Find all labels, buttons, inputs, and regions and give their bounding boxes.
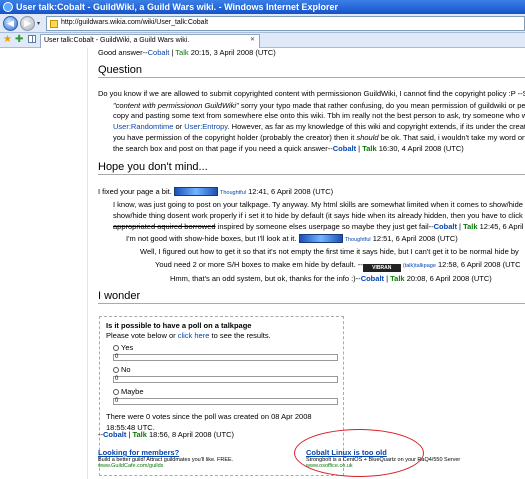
quick-tabs-icon[interactable] [28,35,36,43]
wonder-signature: --Cobalt | Talk 18:56, 8 April 2008 (UTC… [98,430,235,439]
user-link[interactable]: Cobalt [103,430,126,439]
thoughtful-link[interactable]: Thoughtful [345,237,371,243]
question-text: Do you know if we are allowed to submit … [98,89,525,98]
userbar-image[interactable] [298,234,343,243]
url-input[interactable]: http://guildwars.wikia.com/wiki/User_tal… [46,16,525,31]
page-content: Good answer--Cobalt | Talk 20:15, 3 Apri… [96,48,525,479]
poll-bar-no: 0 [113,376,338,383]
poll-footer: There were 0 votes since the poll was cr… [106,412,312,421]
radio-yes[interactable] [113,345,119,351]
window-title: User talk:Cobalt - GuildWiki, a Guild Wa… [16,2,339,12]
address-bar: ◀ ▶ ▾ http://guildwars.wikia.com/wiki/Us… [0,14,525,33]
internet-explorer-icon [3,2,13,12]
thoughtful-link[interactable]: Thoughtful [220,190,246,196]
hope-line-6: Well, I figured out how to get it so tha… [140,247,519,256]
poll-question: Is it possible to have a poll on a talkp… [106,321,252,330]
heading-hope-you-dont-mind: Hope you don't mind... [98,161,525,175]
talk-small-link[interactable]: (talk) [403,263,415,269]
reply-line-1: "content with permissionon GuildWiki" so… [113,101,525,110]
talk-link[interactable]: Talk [175,48,188,57]
back-button[interactable]: ◀ [3,16,18,31]
previous-signature: Good answer--Cobalt | Talk 20:15, 3 Apri… [98,48,276,57]
userbar-image[interactable] [173,187,218,196]
hope-line-5: I'm not good with show-hide boxes, but I… [126,234,458,243]
ad-title[interactable]: Looking for members? [98,448,233,457]
poll-option-yes[interactable]: Yes [113,343,133,352]
tab-title: User talk:Cobalt - GuildWiki, a Guild Wa… [44,37,190,44]
user-link[interactable]: Cobalt [148,48,170,57]
user-link[interactable]: Cobalt [333,144,356,153]
poll-bar-maybe: 0 [113,398,338,405]
page-icon [50,20,58,28]
forward-button[interactable]: ▶ [20,16,35,31]
sidebar-area [0,48,88,479]
talkpage-link[interactable]: talkpage [415,263,436,269]
hope-line-1: I fixed your page a bit. Thoughtful 12:4… [98,187,334,196]
reply-line-2: copy and pasting some text from somewher… [113,111,525,120]
poll-bar-yes: 0 [113,354,338,361]
window-title-bar: User talk:Cobalt - GuildWiki, a Guild Wa… [0,0,525,14]
reply-line-5: the search box and post on that page if … [113,144,464,153]
talk-link[interactable]: Talk [362,144,376,153]
poll-results-link[interactable]: click here [178,331,210,340]
reply-line-3: User:Randomtime or User:Entropy. However… [113,122,525,131]
user-entropy-link[interactable]: User:Entropy [184,122,227,131]
tab-user-talk-cobalt[interactable]: User talk:Cobalt - GuildWiki, a Guild Wa… [40,34,260,48]
hope-line-7: Youd need 2 or more S/H boxes to make em… [155,260,521,272]
hope-line-3: show/hide thing dosent work properly if … [113,211,523,220]
radio-maybe[interactable] [113,389,119,395]
hope-line-8: Hmm, that's an odd system, but ok, thank… [170,274,492,283]
hope-line-2: I know, was just going to post on your t… [113,200,523,209]
tab-bar: ★ ✚ User talk:Cobalt - GuildWiki, a Guil… [0,33,525,48]
favorites-star-icon[interactable]: ★ [3,34,12,45]
recent-pages-dropdown-icon[interactable]: ▾ [37,20,40,27]
add-favorite-icon[interactable]: ✚ [15,34,23,45]
heading-i-wonder: I wonder [98,290,525,304]
ad-guildcafe[interactable]: Looking for members? Build a better guil… [98,448,233,469]
talk-link[interactable]: Talk [390,274,404,283]
talk-link[interactable]: Talk [132,430,146,439]
radio-no[interactable] [113,367,119,373]
red-highlight-circle [294,429,424,477]
ad-url[interactable]: www.GuildCafe.com/guilds [98,463,233,469]
user-link[interactable]: Cobalt [434,222,457,231]
reply-line-4: you have permission of the copyright hol… [113,133,525,142]
user-link[interactable]: Cobalt [361,274,384,283]
vibran-signature-image[interactable]: VIBRAN [362,264,401,272]
user-randomtime-link[interactable]: User:Randomtime [113,122,173,131]
hope-line-4: appropriated aquired borrowed inspired b… [113,222,525,231]
tab-close-icon[interactable]: ✕ [250,36,255,43]
talk-link[interactable]: Talk [463,222,477,231]
heading-question: Question [98,64,525,78]
poll-option-no[interactable]: No [113,365,131,374]
poll-option-maybe[interactable]: Maybe [113,387,144,396]
url-text: http://guildwars.wikia.com/wiki/User_tal… [61,19,209,26]
poll-instructions: Please vote below or click here to see t… [106,331,271,340]
